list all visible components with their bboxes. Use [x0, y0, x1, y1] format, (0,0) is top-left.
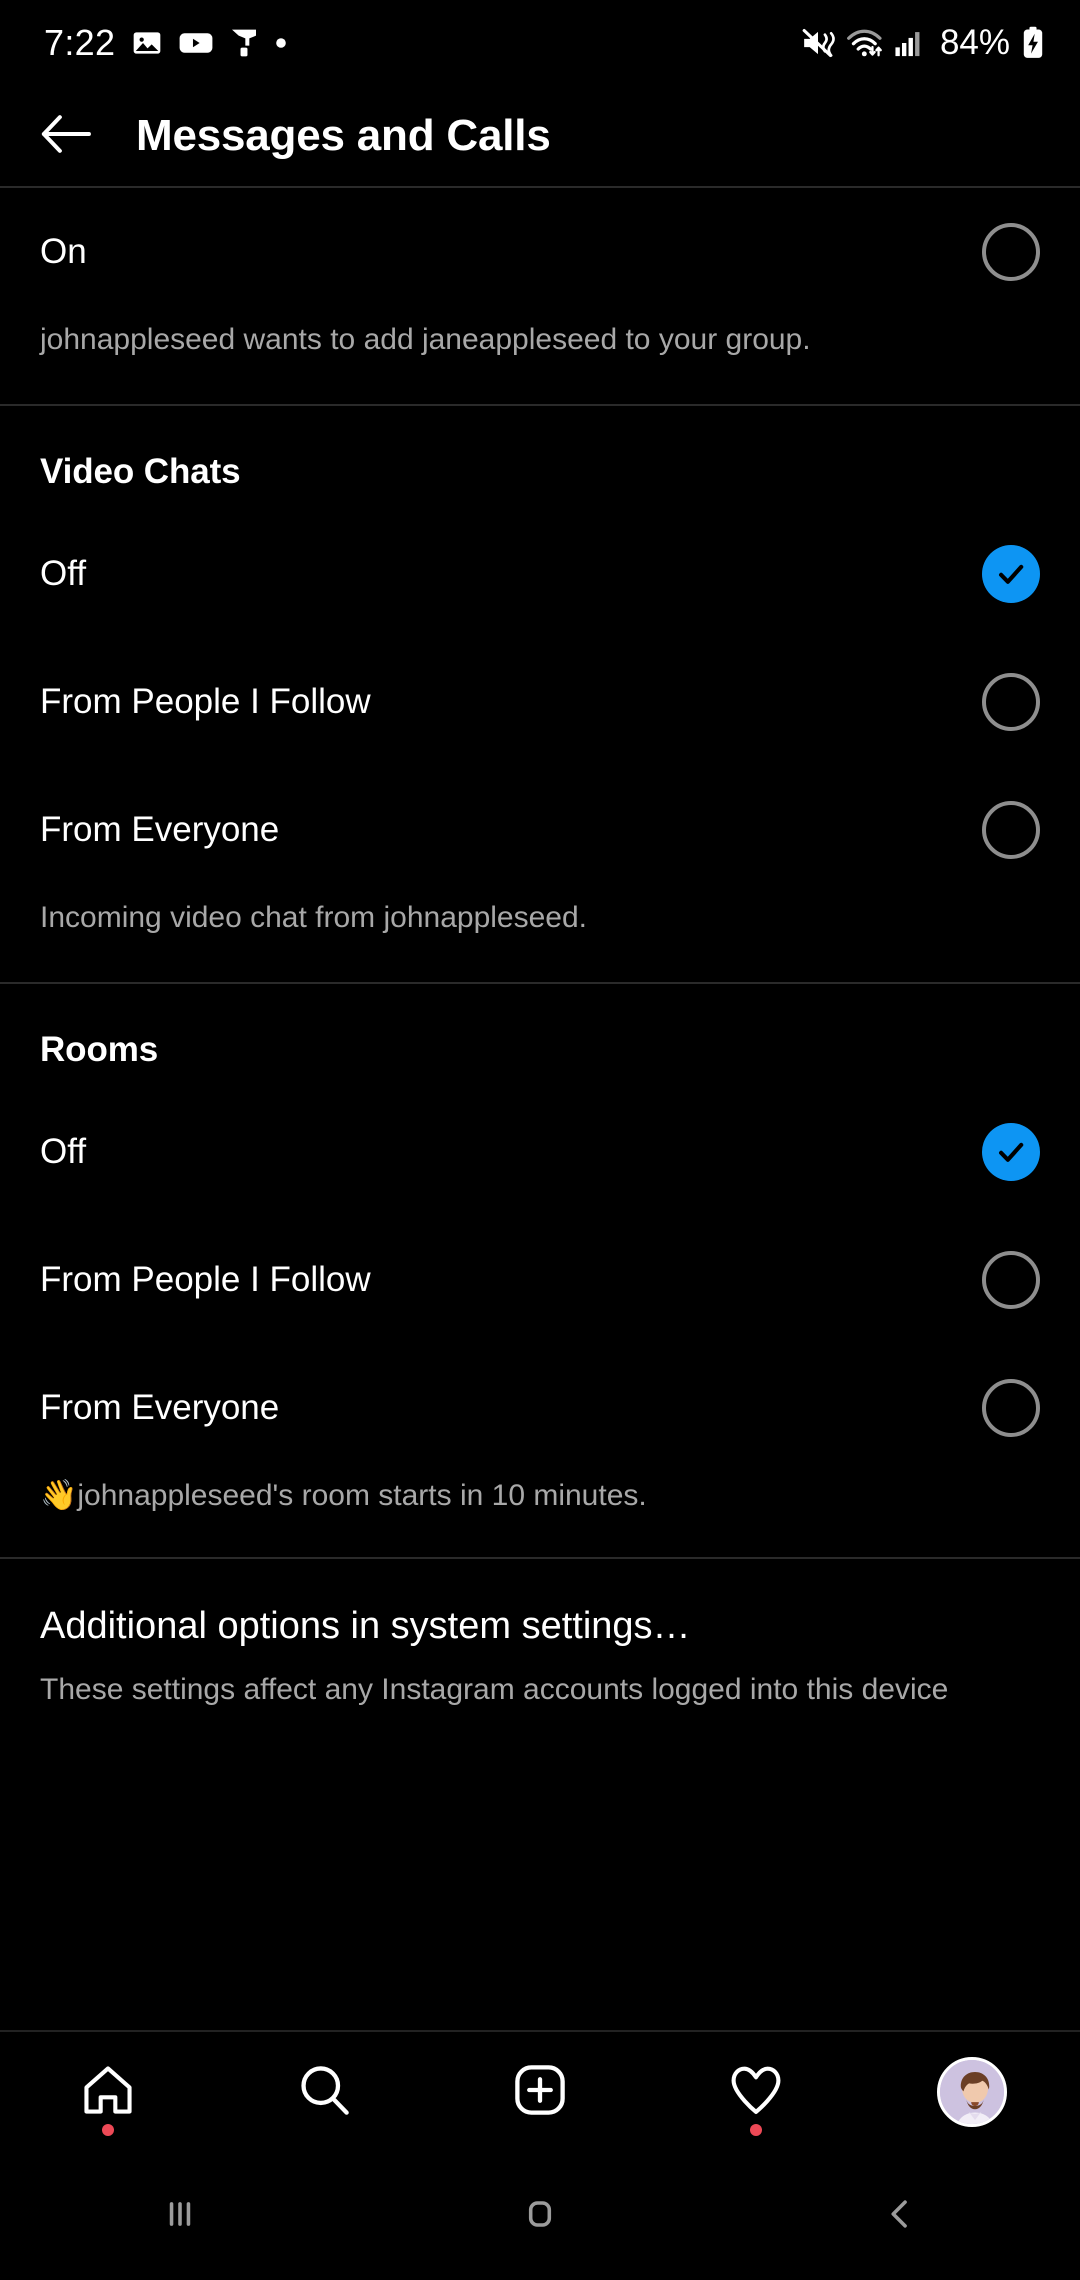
section-group-requests: On johnappleseed wants to add janeapples… [0, 188, 1080, 404]
activity-heart-icon [728, 2062, 784, 2123]
radio-button-unselected[interactable] [982, 1251, 1040, 1310]
section-hint: 👋johnappleseed's room starts in 10 minut… [40, 1479, 647, 1513]
tab-home[interactable] [48, 2040, 168, 2144]
option-row-off[interactable]: Off [0, 1088, 1080, 1216]
option-row-from-everyone[interactable]: From Everyone [0, 766, 1080, 894]
option-row-from-people-i-follow[interactable]: From People I Follow [0, 1216, 1080, 1344]
search-icon [296, 2062, 352, 2123]
option-label: Off [40, 1132, 87, 1172]
section-hint: johnappleseed wants to add janeappleseed… [40, 323, 811, 356]
section-additional-options[interactable]: Additional options in system settings… T… [0, 1559, 1080, 1710]
home-badge-dot [102, 2124, 114, 2136]
cellular-signal-icon [894, 27, 926, 59]
battery-charging-icon [1020, 26, 1046, 60]
home-button[interactable] [470, 2152, 610, 2280]
radio-button-unselected[interactable] [982, 801, 1040, 860]
section-video-chats: Video Chats Off From People I Follow Fro… [0, 406, 1080, 982]
option-label: From Everyone [40, 810, 280, 850]
option-row-off[interactable]: Off [0, 510, 1080, 638]
tab-profile[interactable] [912, 2040, 1032, 2144]
settings-list: On johnappleseed wants to add janeapples… [0, 188, 1080, 1710]
recents-icon [158, 2192, 202, 2241]
radio-button-unselected[interactable] [982, 673, 1040, 732]
status-bar-left: 7:22 [44, 22, 287, 64]
wifi-icon [846, 26, 884, 60]
photos-icon [131, 27, 163, 59]
tab-search[interactable] [264, 2040, 384, 2144]
status-bar: 7:22 84% [0, 0, 1080, 86]
section-rooms: Rooms Off From People I Follow From Ever… [0, 984, 1080, 1556]
back-chevron-icon [878, 2192, 922, 2241]
recents-button[interactable] [110, 2152, 250, 2280]
additional-options-title[interactable]: Additional options in system settings… [0, 1559, 1080, 1648]
android-system-nav [0, 2152, 1080, 2280]
section-title: Rooms [40, 1030, 159, 1070]
status-bar-clock: 7:22 [44, 22, 116, 63]
option-label: Off [40, 554, 87, 594]
dot-icon [275, 37, 287, 49]
option-label: From Everyone [40, 1388, 280, 1428]
option-label: From People I Follow [40, 1260, 371, 1300]
radio-button-selected[interactable] [982, 1123, 1040, 1182]
additional-options-subtitle: These settings affect any Instagram acco… [40, 1672, 949, 1706]
option-row-from-people-i-follow[interactable]: From People I Follow [0, 638, 1080, 766]
youtube-icon [179, 27, 213, 59]
home-icon [80, 2062, 136, 2123]
option-row-from-everyone[interactable]: From Everyone [0, 1344, 1080, 1472]
profile-avatar [937, 2057, 1007, 2127]
mute-vibrate-icon [800, 26, 836, 60]
section-hint: Incoming video chat from johnappleseed. [40, 901, 588, 935]
page-title: Messages and Calls [136, 111, 551, 160]
battery-percentage: 84% [939, 23, 1010, 62]
option-label: On [40, 232, 87, 271]
radio-button-unselected[interactable] [982, 1379, 1040, 1438]
option-row[interactable]: On [0, 188, 1080, 316]
tab-activity[interactable] [696, 2040, 816, 2144]
section-title: Video Chats [40, 452, 241, 492]
radio-button-selected[interactable] [982, 545, 1040, 604]
radio-button-unselected[interactable] [982, 223, 1040, 281]
back-arrow-icon [40, 114, 92, 159]
option-label: From People I Follow [40, 682, 371, 722]
add-post-icon [512, 2062, 568, 2123]
tab-create[interactable] [480, 2040, 600, 2144]
home-square-icon [518, 2192, 562, 2241]
back-button[interactable] [40, 110, 92, 162]
activity-badge-dot [750, 2124, 762, 2136]
back-button-system[interactable] [830, 2152, 970, 2280]
tape-measure-icon [229, 27, 259, 59]
status-bar-right: 84% [800, 23, 1046, 63]
app-header: Messages and Calls [0, 86, 1080, 186]
bottom-tab-bar [0, 2030, 1080, 2152]
